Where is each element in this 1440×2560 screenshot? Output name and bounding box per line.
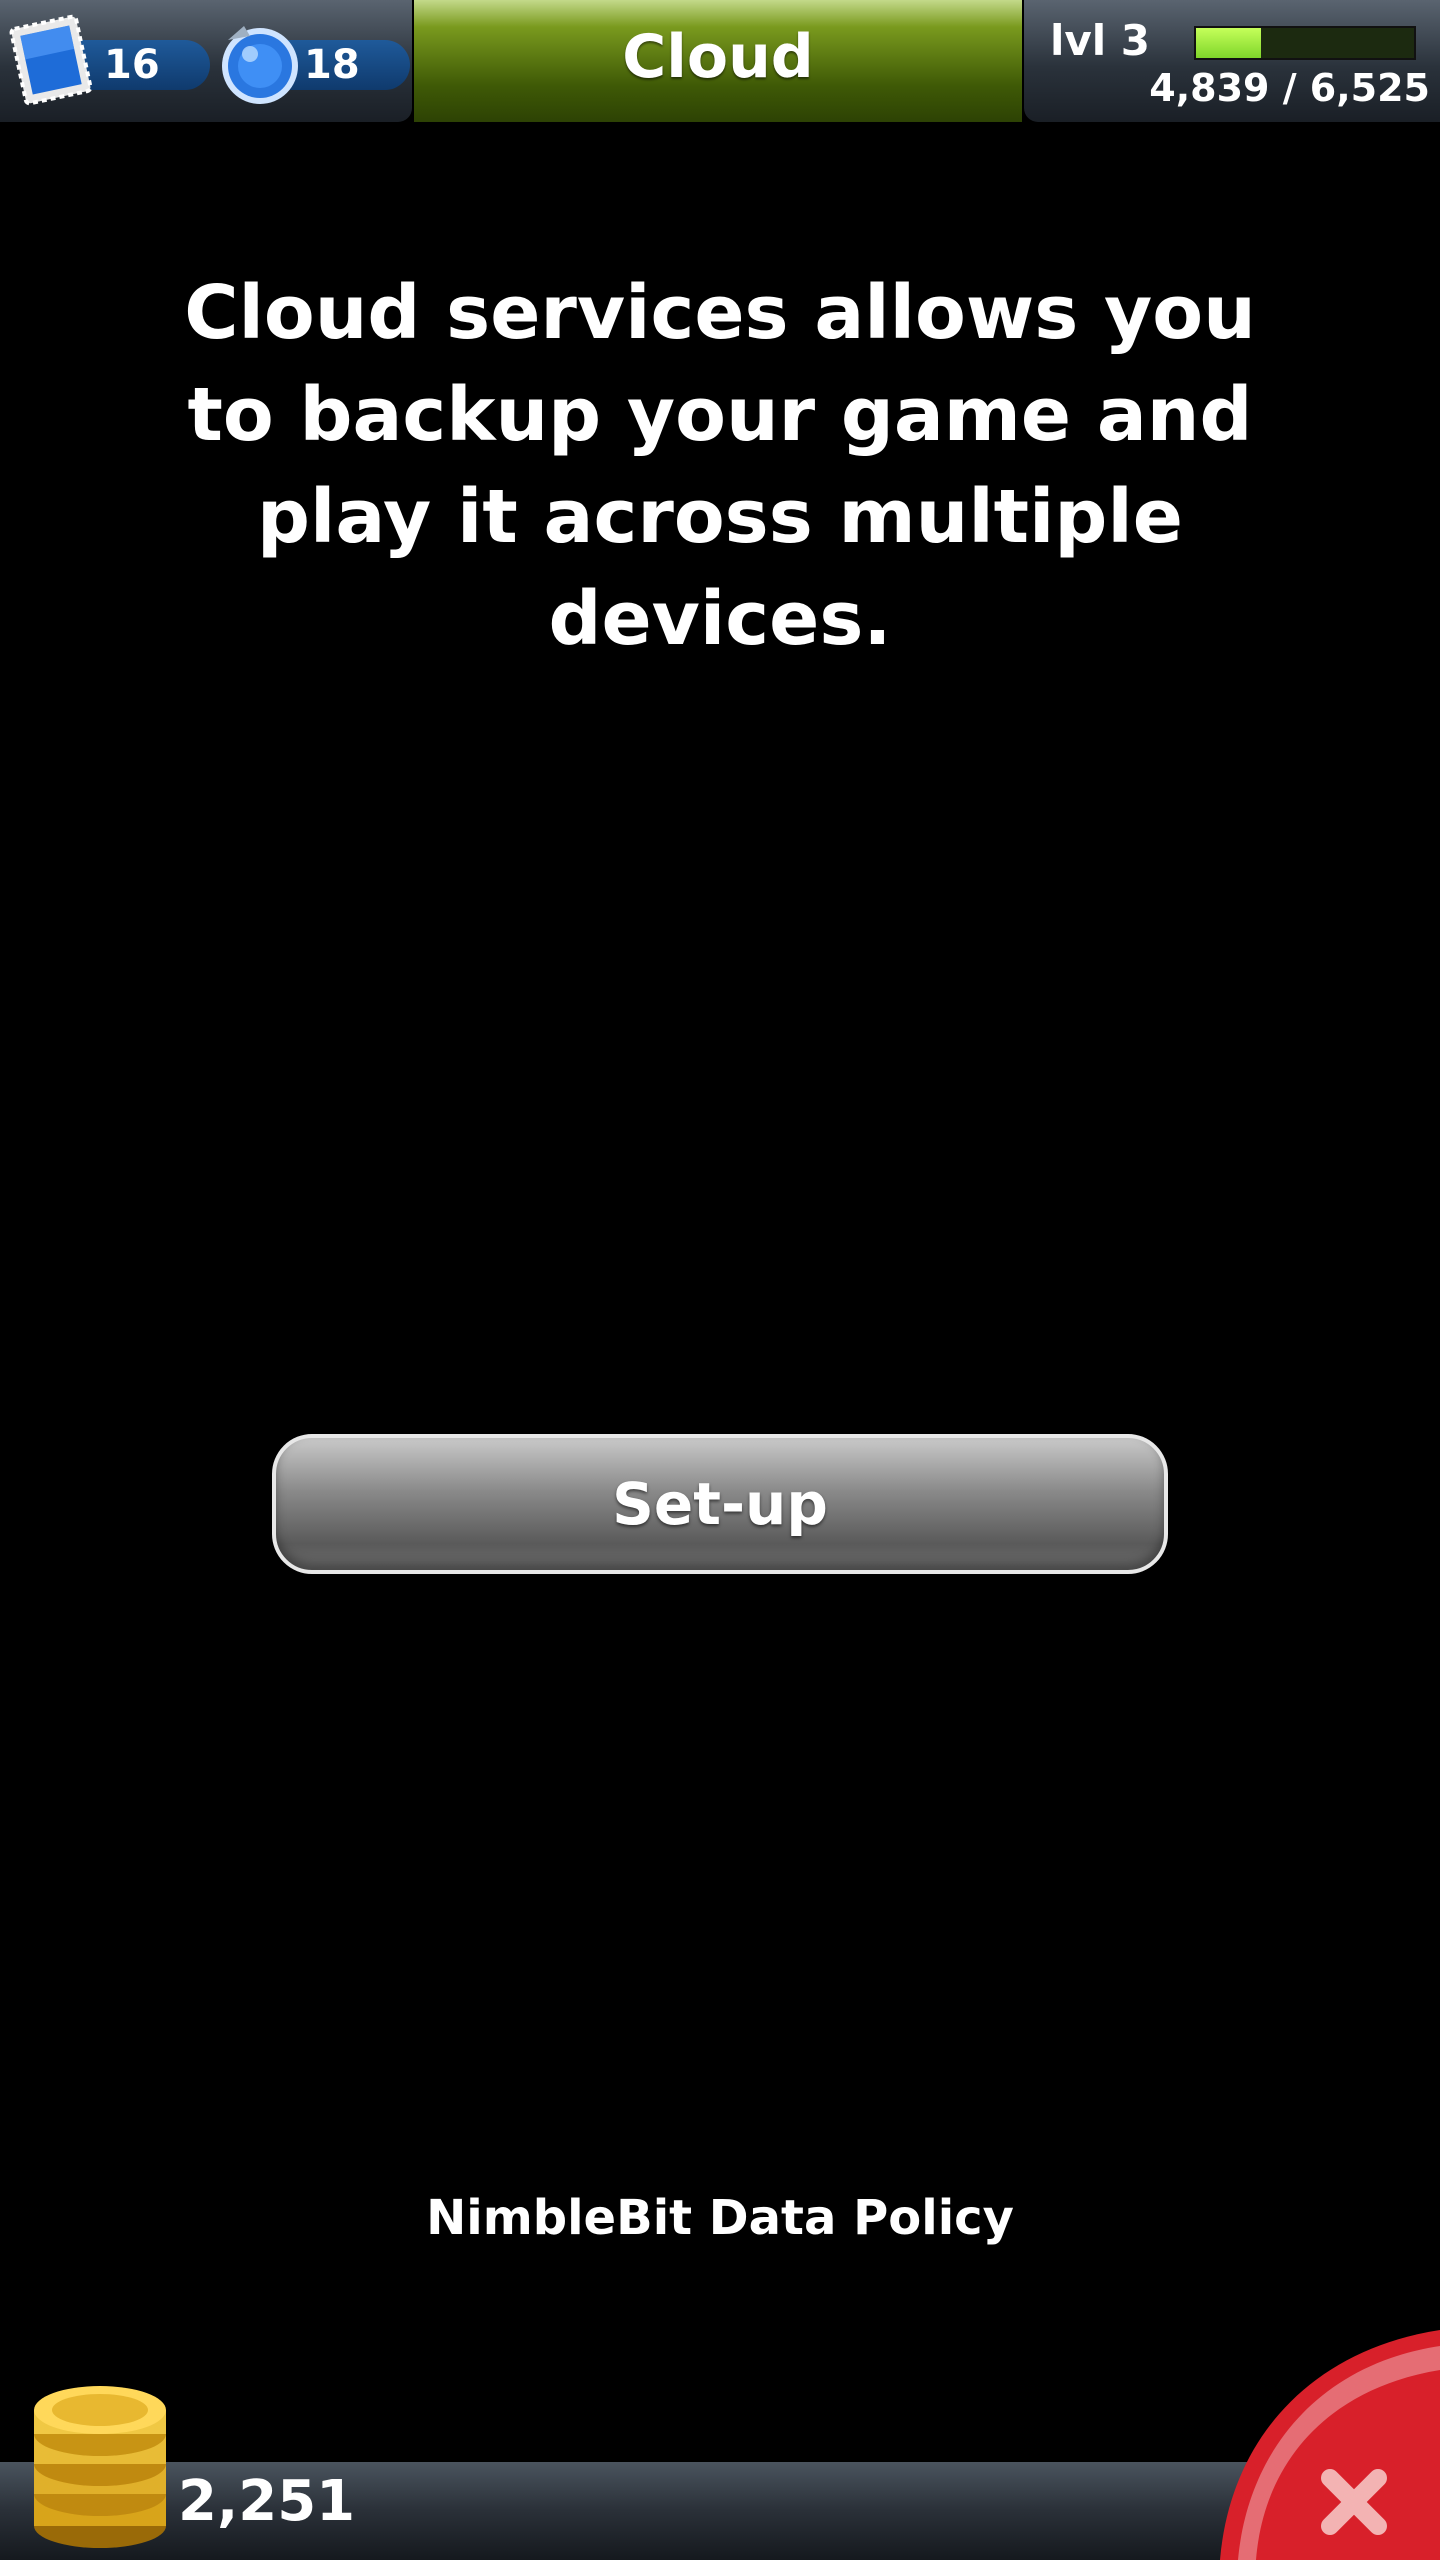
coins-icon xyxy=(34,2386,166,2548)
bux-icon xyxy=(222,26,298,104)
level-panel[interactable]: lvl 3 4,839 / 6,525 xyxy=(1024,0,1440,122)
stamps-count: 16 xyxy=(104,42,160,88)
bux-count: 18 xyxy=(304,42,360,88)
close-button[interactable] xyxy=(1220,2330,1440,2560)
page-title: Cloud xyxy=(622,22,814,92)
title-panel: Cloud xyxy=(414,0,1022,122)
data-policy-link[interactable]: NimbleBit Data Policy xyxy=(0,2190,1440,2246)
setup-button[interactable]: Set-up xyxy=(272,1434,1168,1574)
xp-text: 4,839 / 6,525 xyxy=(1149,66,1430,110)
level-label: lvl 3 xyxy=(1050,16,1151,65)
coins-count: 2,251 xyxy=(178,2469,356,2534)
stamp-icon xyxy=(9,14,93,106)
currency-panel: 16 18 xyxy=(0,0,412,122)
xp-progress-fill xyxy=(1196,28,1262,58)
cloud-description: Cloud services allows you to backup your… xyxy=(184,270,1256,662)
top-bar: 16 18 Cloud lvl 3 4,839 / 6,525 xyxy=(0,0,1440,124)
xp-progress-bar xyxy=(1194,26,1416,60)
